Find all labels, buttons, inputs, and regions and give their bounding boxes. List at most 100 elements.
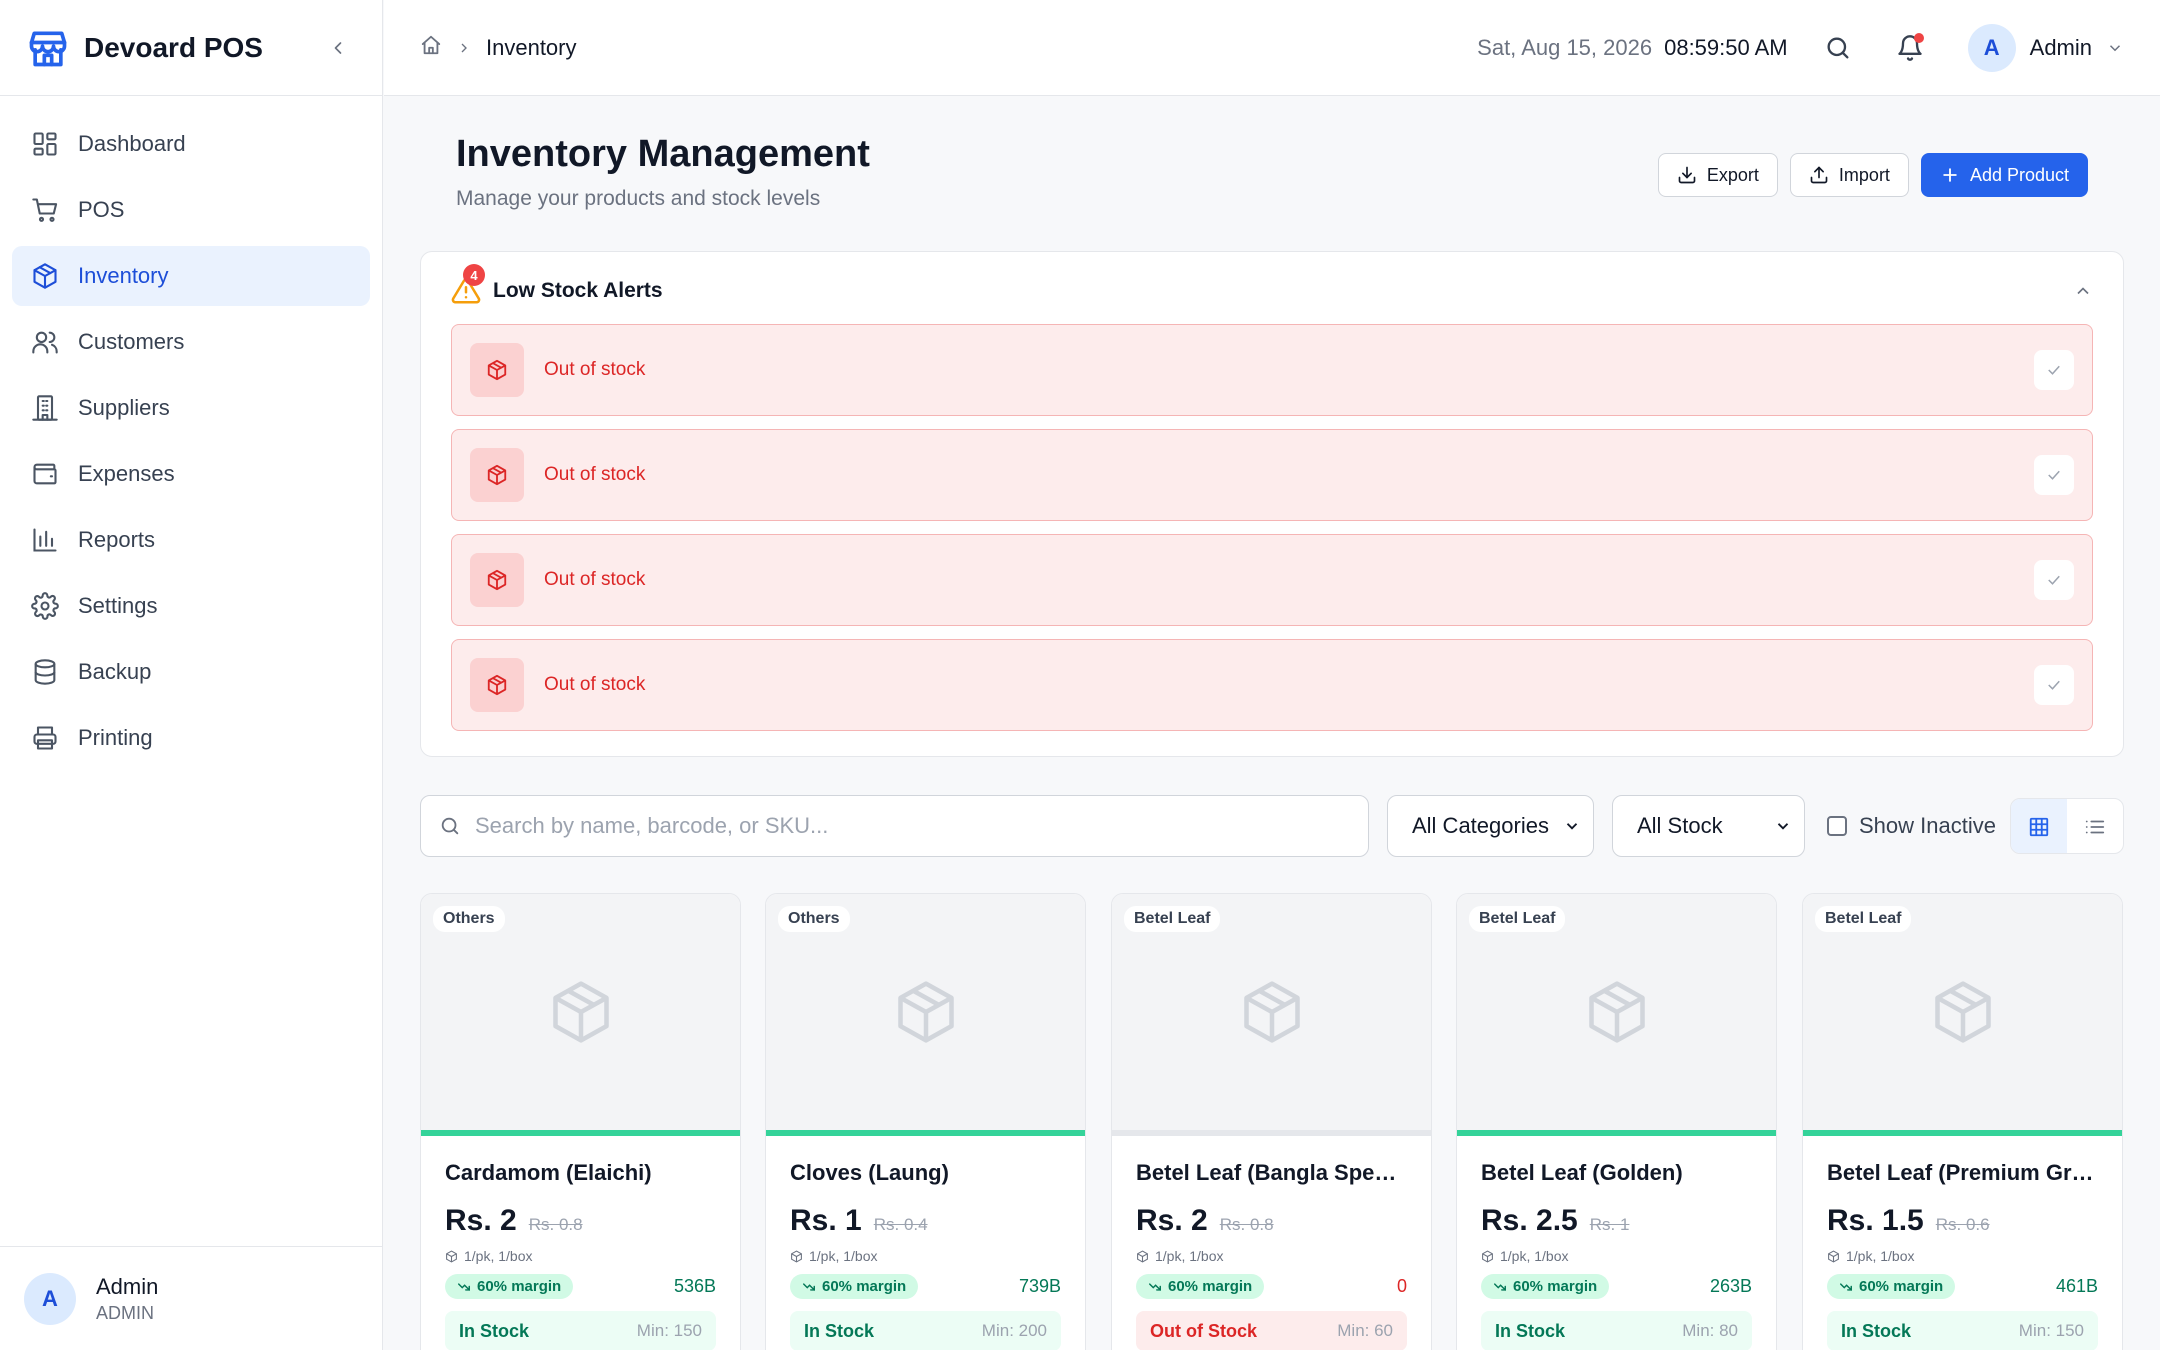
grid-view-button[interactable] <box>2011 799 2067 853</box>
home-icon[interactable] <box>420 34 442 62</box>
product-price: Rs. 2 <box>1136 1204 1208 1237</box>
product-price: Rs. 1.5 <box>1827 1204 1924 1237</box>
margin-badge: 60% margin <box>1481 1274 1610 1299</box>
dismiss-alert-button[interactable] <box>2034 455 2074 495</box>
user-role: ADMIN <box>96 1302 154 1323</box>
product-price: Rs. 1 <box>790 1204 862 1237</box>
sidebar-item-dashboard[interactable]: Dashboard <box>12 114 370 174</box>
stock-count: 0 <box>1396 1276 1407 1296</box>
alert-text: Out of stock <box>544 464 646 485</box>
package-placeholder-icon <box>897 981 954 1043</box>
avatar: A <box>1967 23 2016 72</box>
sidebar-item-label: Expenses <box>78 461 175 486</box>
cost-price: Rs. 0.6 <box>1935 1215 1990 1234</box>
margin-badge: 60% margin <box>1827 1274 1956 1299</box>
chart-icon <box>30 525 60 555</box>
sidebar-item-reports[interactable]: Reports <box>12 510 370 570</box>
product-name: Betel Leaf (Bangla Speci... <box>1136 1160 1407 1185</box>
chevron-down-icon <box>1563 817 1581 835</box>
notifications-button[interactable] <box>1888 26 1932 70</box>
product-card[interactable]: Betel Leaf Betel Leaf (Premium Gre... Rs… <box>1802 893 2123 1350</box>
alert-text: Out of stock <box>544 674 646 695</box>
dismiss-alert-button[interactable] <box>2034 350 2074 390</box>
sidebar-item-label: Inventory <box>78 263 169 288</box>
stock-status: In Stock Min: 80 <box>1481 1311 1752 1350</box>
sidebar-item-label: Backup <box>78 659 152 684</box>
package-icon <box>1828 1249 1839 1263</box>
product-card[interactable]: Betel Leaf Betel Leaf (Bangla Speci... R… <box>1111 893 1432 1350</box>
product-card[interactable]: Others Cardamom (Elaichi) Rs. 2 Rs. 0.8 1… <box>420 893 741 1350</box>
category-select[interactable]: All Categories <box>1387 795 1594 857</box>
margin-badge: 60% margin <box>445 1274 574 1299</box>
sidebar-item-backup[interactable]: Backup <box>12 642 370 702</box>
collapse-sidebar-button[interactable] <box>320 30 356 66</box>
chevron-up-icon[interactable] <box>2073 281 2093 301</box>
brand: Devoard POS <box>0 0 382 96</box>
product-name: Betel Leaf (Premium Gre... <box>1827 1160 2098 1185</box>
min-stock: Min: 200 <box>981 1321 1047 1340</box>
stock-status: In Stock Min: 150 <box>445 1311 716 1350</box>
sidebar-item-printing[interactable]: Printing <box>12 708 370 768</box>
unit-info: 1/pk, 1/box <box>1500 1248 1569 1264</box>
dismiss-alert-button[interactable] <box>2034 665 2074 705</box>
product-price: Rs. 2 <box>445 1204 517 1237</box>
upload-icon <box>1810 166 1828 184</box>
sidebar-item-label: Settings <box>78 593 158 618</box>
export-button[interactable]: Export <box>1657 153 1778 197</box>
search-button[interactable] <box>1816 26 1860 70</box>
show-inactive-toggle[interactable]: Show Inactive <box>1827 813 1996 839</box>
alerts-header[interactable]: 4 Low Stock Alerts <box>451 264 2093 312</box>
sidebar-item-settings[interactable]: Settings <box>12 576 370 636</box>
show-inactive-checkbox[interactable] <box>1827 816 1847 836</box>
main-content: Inventory Management Manage your product… <box>384 97 2160 1350</box>
current-time: 08:59:50 AM <box>1664 34 1788 60</box>
user-name: Admin <box>2029 34 2092 60</box>
sidebar-item-label: Suppliers <box>78 395 170 420</box>
import-label: Import <box>1838 164 1890 185</box>
stock-status-label: In Stock <box>804 1320 875 1341</box>
store-icon <box>26 26 70 70</box>
stock-select[interactable]: All Stock <box>1612 795 1805 857</box>
stock-status-label: In Stock <box>459 1320 530 1341</box>
sidebar-item-suppliers[interactable]: Suppliers <box>12 378 370 438</box>
category-badge: Others <box>433 906 505 932</box>
import-button[interactable]: Import <box>1789 153 1909 197</box>
user-menu[interactable]: A Admin <box>1967 23 2124 72</box>
gear-icon <box>30 591 60 621</box>
sidebar-item-label: Printing <box>78 725 153 750</box>
product-image: Betel Leaf <box>1112 894 1431 1130</box>
sidebar-item-label: Dashboard <box>78 131 186 156</box>
page-title: Inventory Management <box>456 133 870 175</box>
sidebar: Devoard POS Dashboard POS Inventory Cust… <box>0 0 383 1350</box>
sidebar-item-label: POS <box>78 197 125 222</box>
product-name: Betel Leaf (Golden) <box>1481 1160 1683 1185</box>
package-icon <box>470 448 524 502</box>
sidebar-item-inventory[interactable]: Inventory <box>12 246 370 306</box>
stock-status-label: In Stock <box>1495 1320 1566 1341</box>
dismiss-alert-button[interactable] <box>2034 560 2074 600</box>
product-image: Betel Leaf <box>1457 894 1776 1130</box>
sidebar-item-pos[interactable]: POS <box>12 180 370 240</box>
notification-dot <box>1913 32 1924 43</box>
page-subtitle: Manage your products and stock levels <box>456 187 821 210</box>
product-card[interactable]: Betel Leaf Betel Leaf (Golden) Rs. 2.5 Rs… <box>1456 893 1777 1350</box>
breadcrumb-current: Inventory <box>486 34 577 60</box>
stock-status: In Stock Min: 200 <box>790 1311 1061 1350</box>
add-product-button[interactable]: Add Product <box>1920 153 2088 197</box>
package-icon <box>446 1249 457 1263</box>
sidebar-user[interactable]: A Admin ADMIN <box>0 1246 383 1350</box>
sidebar-item-expenses[interactable]: Expenses <box>12 444 370 504</box>
user-name: Admin <box>96 1273 159 1299</box>
alert-text: Out of stock <box>544 569 646 590</box>
search-input[interactable] <box>475 813 1335 839</box>
chevron-down-icon <box>1774 817 1792 835</box>
package-placeholder-icon <box>552 981 609 1043</box>
low-stock-alerts: 4 Low Stock Alerts Out of stock Out of s… <box>420 251 2124 757</box>
product-card[interactable]: Others Cloves (Laung) Rs. 1 Rs. 0.4 1/pk,… <box>765 893 1086 1350</box>
building-icon <box>30 393 60 423</box>
sidebar-item-customers[interactable]: Customers <box>12 312 370 372</box>
list-view-button[interactable] <box>2067 799 2123 853</box>
margin-label: 60% margin <box>477 1278 562 1295</box>
category-badge: Others <box>778 906 850 932</box>
stock-status: Out of Stock Min: 60 <box>1136 1311 1407 1350</box>
